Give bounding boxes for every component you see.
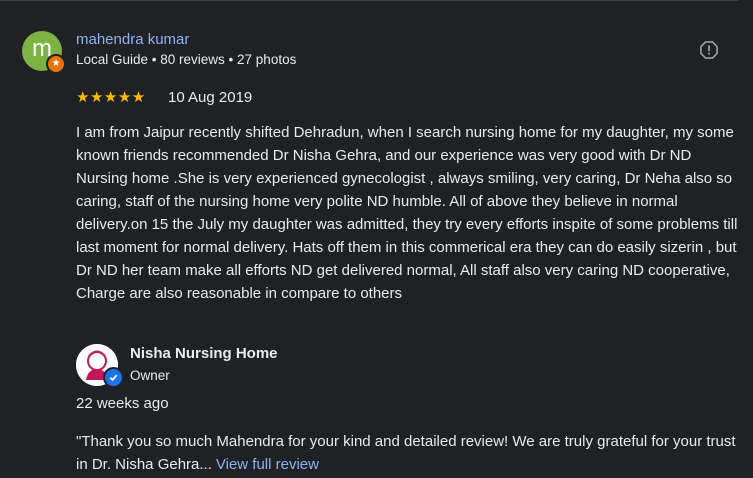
review-text: I am from Jaipur recently shifted Dehrad… xyxy=(76,124,738,302)
reviewer-name-link[interactable]: mahendra kumar xyxy=(76,31,189,48)
owner-response-text: "Thank you so much Mahendra for your kin… xyxy=(76,430,740,476)
view-full-review-link[interactable]: View full review xyxy=(216,456,319,473)
review-date: 10 Aug 2019 xyxy=(168,89,253,106)
response-time: 22 weeks ago xyxy=(76,395,169,412)
verified-check-icon xyxy=(103,367,124,388)
owner-role: Owner xyxy=(130,368,170,383)
report-icon[interactable] xyxy=(700,41,718,59)
top-divider xyxy=(0,0,738,1)
rating-stars: ★★★★★ xyxy=(76,89,146,106)
local-guide-star-icon: ★ xyxy=(46,54,66,74)
reviewer-meta: Local Guide • 80 reviews • 27 photos xyxy=(76,52,297,67)
owner-name: Nisha Nursing Home xyxy=(130,345,278,362)
owner-response-body: "Thank you so much Mahendra for your kin… xyxy=(76,433,736,473)
